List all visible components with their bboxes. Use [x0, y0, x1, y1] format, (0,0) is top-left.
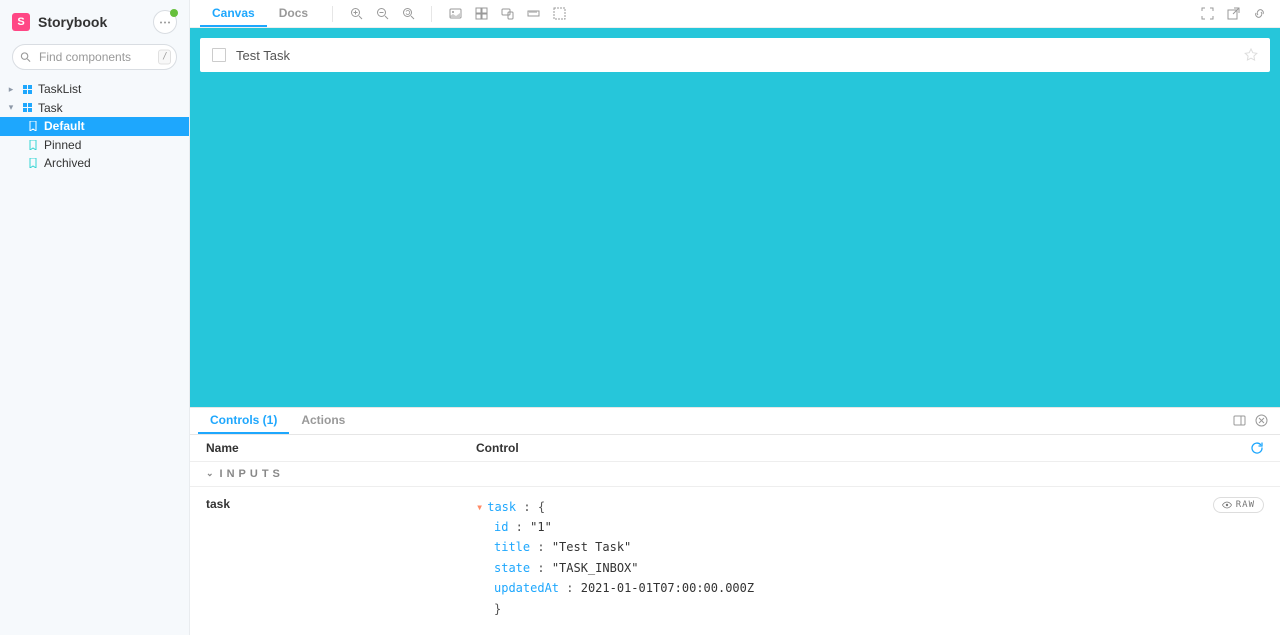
zoom-out-button[interactable] — [371, 3, 393, 25]
search-icon — [20, 52, 31, 63]
close-icon — [1255, 414, 1268, 427]
addons-close-button[interactable] — [1250, 410, 1272, 432]
control-name: task — [206, 497, 476, 511]
sidebar-item-pinned[interactable]: Pinned — [0, 136, 189, 155]
tab-canvas[interactable]: Canvas — [200, 0, 267, 27]
story-icon — [28, 140, 38, 150]
task-title: Test Task — [236, 48, 1234, 63]
json-tree: ▾task : { id : "1" title : "Test Task" s… — [476, 497, 1264, 619]
raw-label: RAW — [1236, 500, 1255, 510]
sidebar-icon — [1233, 414, 1246, 427]
sidebar-menu-button[interactable] — [153, 10, 177, 34]
task-pin-button[interactable] — [1244, 48, 1258, 62]
ellipsis-icon — [159, 21, 171, 24]
fullscreen-icon — [1201, 7, 1214, 20]
search-box: / — [12, 44, 177, 70]
task-checkbox[interactable] — [212, 48, 226, 62]
zoom-in-icon — [350, 7, 363, 20]
refresh-icon — [1250, 441, 1264, 455]
controls-header: Name Control — [190, 435, 1280, 462]
sidebar-item-label: Archived — [44, 156, 91, 170]
main-tabs: Canvas Docs — [200, 0, 320, 27]
sidebar-item-task[interactable]: ▾ Task — [0, 99, 189, 118]
zoom-out-icon — [376, 7, 389, 20]
sidebar-item-label: Default — [44, 119, 85, 133]
component-icon — [22, 103, 32, 113]
section-inputs[interactable]: ⌄ INPUTS — [190, 462, 1280, 487]
control-value[interactable]: RAW ▾task : { id : "1" title : "Test Tas… — [476, 497, 1264, 619]
column-control: Control — [476, 441, 1250, 455]
zoom-in-button[interactable] — [345, 3, 367, 25]
sidebar-header: S Storybook — [0, 0, 189, 44]
toolbar: Canvas Docs — [190, 0, 1280, 28]
storybook-logo: S — [12, 13, 30, 31]
zoom-reset-icon — [402, 7, 415, 20]
section-label: INPUTS — [220, 468, 284, 480]
image-icon — [449, 7, 462, 20]
grid-icon — [475, 7, 488, 20]
tab-actions[interactable]: Actions — [289, 408, 357, 434]
story-icon — [28, 121, 38, 131]
caret-down-icon: ▾ — [6, 102, 16, 113]
viewport-icon — [501, 7, 514, 20]
copy-link-button[interactable] — [1248, 3, 1270, 25]
viewport-button[interactable] — [496, 3, 518, 25]
toolbar-separator — [431, 6, 432, 22]
control-row-task: task RAW ▾task : { id : "1" title : "Tes… — [190, 487, 1280, 635]
main: Canvas Docs Test Task — [190, 0, 1280, 635]
zoom-reset-button[interactable] — [397, 3, 419, 25]
sidebar-item-label: Task — [38, 101, 63, 115]
task-card: Test Task — [200, 38, 1270, 72]
sidebar-item-tasklist[interactable]: ▸ TaskList — [0, 80, 189, 99]
addons-panel: Controls (1) Actions Name Control ⌄ INPU… — [190, 407, 1280, 635]
canvas-area: Test Task — [190, 28, 1280, 407]
ruler-icon — [527, 7, 540, 20]
toolbar-separator — [332, 6, 333, 22]
background-button[interactable] — [444, 3, 466, 25]
addons-tabs: Controls (1) Actions — [190, 408, 1280, 435]
raw-toggle-button[interactable]: RAW — [1213, 497, 1264, 513]
tab-controls[interactable]: Controls (1) — [198, 408, 289, 434]
tab-docs[interactable]: Docs — [267, 0, 320, 27]
star-icon — [1244, 48, 1258, 62]
sidebar-item-label: Pinned — [44, 138, 81, 152]
column-name: Name — [206, 441, 476, 455]
outline-button[interactable] — [548, 3, 570, 25]
sidebar-item-default[interactable]: Default — [0, 117, 189, 136]
eye-icon — [1222, 501, 1232, 509]
search-input[interactable] — [12, 44, 177, 70]
story-icon — [28, 158, 38, 168]
component-icon — [22, 84, 32, 94]
sidebar: S Storybook / ▸ TaskList ▾ — [0, 0, 190, 635]
link-icon — [1253, 7, 1266, 20]
measure-button[interactable] — [522, 3, 544, 25]
addons-orientation-button[interactable] — [1228, 410, 1250, 432]
brand-name: Storybook — [38, 14, 145, 30]
grid-button[interactable] — [470, 3, 492, 25]
reset-controls-button[interactable] — [1250, 441, 1264, 455]
chevron-down-icon: ⌄ — [206, 468, 214, 479]
open-canvas-button[interactable] — [1222, 3, 1244, 25]
search-shortcut: / — [158, 50, 171, 65]
outline-icon — [553, 7, 566, 20]
component-tree: ▸ TaskList ▾ Task Default Pinned Archive… — [0, 80, 189, 173]
sidebar-item-archived[interactable]: Archived — [0, 154, 189, 173]
external-link-icon — [1227, 7, 1240, 20]
sidebar-item-label: TaskList — [38, 82, 81, 96]
caret-right-icon: ▸ — [6, 84, 16, 95]
fullscreen-button[interactable] — [1196, 3, 1218, 25]
collapse-icon[interactable]: ▾ — [476, 500, 483, 514]
